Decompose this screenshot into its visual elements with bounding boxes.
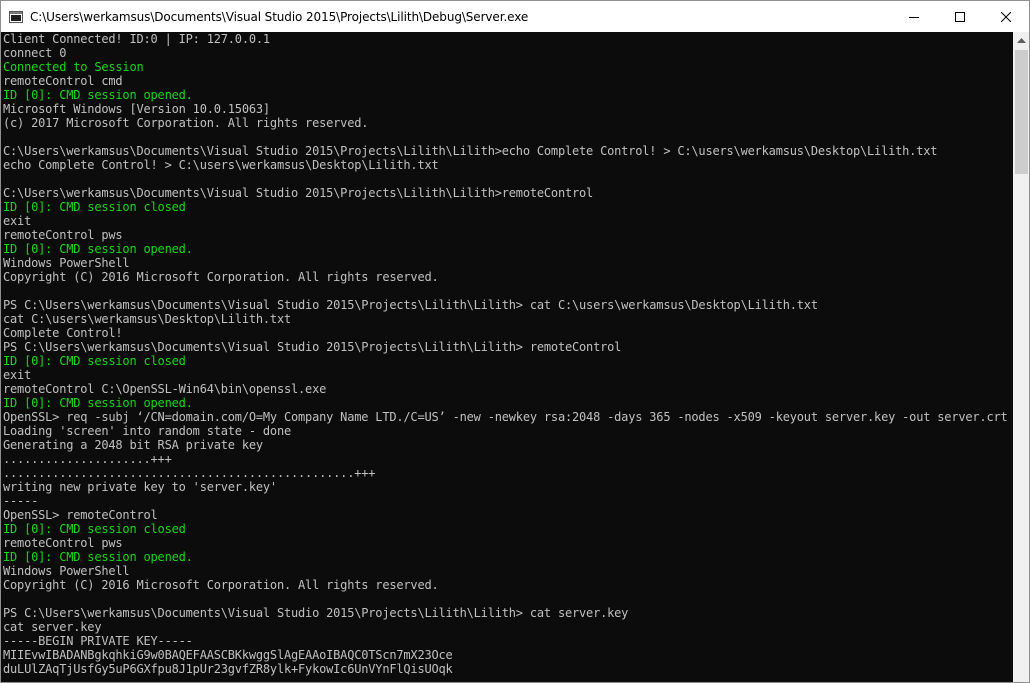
console-line: remoteControl pws: [3, 536, 123, 550]
console-line: C:\Users\werkamsus\Documents\Visual Stud…: [3, 186, 594, 200]
console-window: C:\Users\werkamsus\Documents\Visual Stud…: [0, 0, 1030, 683]
console-line: PS C:\Users\werkamsus\Documents\Visual S…: [3, 340, 622, 354]
console-line: Complete Control!: [3, 326, 123, 340]
console-output-area[interactable]: Client Connected! ID:0 | IP: 127.0.0.1 co…: [1, 32, 1013, 682]
maximize-icon: [955, 11, 965, 22]
console-line: Microsoft Windows [Version 10.0.15063]: [3, 102, 270, 116]
console-line: ID [0]: CMD session closed: [3, 354, 186, 368]
scroll-thumb[interactable]: [1015, 50, 1028, 174]
console-line: PS C:\Users\werkamsus\Documents\Visual S…: [3, 298, 818, 312]
console-line: writing new private key to 'server.key': [3, 480, 277, 494]
console-line: Windows PowerShell: [3, 256, 130, 270]
console-line: Loading 'screen' into random state - don…: [3, 424, 292, 438]
close-icon: [1001, 11, 1011, 22]
console-line: Windows PowerShell: [3, 564, 130, 578]
console-line: Copyright (C) 2016 Microsoft Corporation…: [3, 270, 439, 284]
console-line: Connected to Session: [3, 60, 144, 74]
window-title: C:\Users\werkamsus\Documents\Visual Stud…: [30, 9, 529, 24]
minimize-button[interactable]: [891, 1, 937, 32]
console-app-icon: [9, 10, 23, 23]
maximize-button[interactable]: [937, 1, 983, 32]
console-line: duLUlZAqTjUsfGy5uP6GXfpu8J1pUr23gvfZR8yl…: [3, 662, 453, 676]
console-line: (c) 2017 Microsoft Corporation. All righ…: [3, 116, 369, 130]
console-line: ID [0]: CMD session closed: [3, 522, 186, 536]
title-bar[interactable]: C:\Users\werkamsus\Documents\Visual Stud…: [1, 1, 1029, 32]
console-line: -----: [3, 494, 39, 508]
console-line: Copyright (C) 2016 Microsoft Corporation…: [3, 578, 439, 592]
console-line: exit: [3, 368, 32, 382]
console-line: remoteControl cmd: [3, 74, 123, 88]
console-line: Client Connected! ID:0 | IP: 127.0.0.1: [3, 32, 270, 46]
console-line: ID [0]: CMD session opened.: [3, 396, 193, 410]
console-line: exit: [3, 214, 32, 228]
console-line: ID [0]: CMD session opened.: [3, 242, 193, 256]
vertical-scrollbar[interactable]: [1013, 32, 1029, 682]
console-lines: Client Connected! ID:0 | IP: 127.0.0.1 co…: [3, 32, 1008, 676]
close-button[interactable]: [983, 1, 1029, 32]
console-line: PS C:\Users\werkamsus\Documents\Visual S…: [3, 606, 629, 620]
console-line: cat C:\users\werkamsus\Desktop\Lilith.tx…: [3, 312, 292, 326]
console-line: -----BEGIN PRIVATE KEY-----: [3, 634, 193, 648]
console-line: echo Complete Control! > C:\users\werkam…: [3, 158, 439, 172]
console-line: Generating a 2048 bit RSA private key: [3, 438, 263, 452]
console-line: OpenSSL> remoteControl: [3, 508, 158, 522]
console-line: remoteControl C:\OpenSSL-Win64\bin\opens…: [3, 382, 327, 396]
scroll-up-button[interactable]: [1013, 32, 1029, 49]
console-line: MIIEvwIBADANBgkqhkiG9w0BAQEFAASCBKkwggSl…: [3, 648, 453, 662]
console-line: .....................+++: [3, 452, 172, 466]
console-line: OpenSSL> req -subj ‘/CN=domain.com/O=My …: [3, 410, 1008, 424]
console-line: ........................................…: [3, 466, 376, 480]
console-line: C:\Users\werkamsus\Documents\Visual Stud…: [3, 144, 938, 158]
scroll-up-arrow-icon: [1017, 37, 1026, 43]
console-line: ID [0]: CMD session opened.: [3, 88, 193, 102]
window-controls: [891, 1, 1029, 32]
minimize-icon: [909, 16, 919, 18]
console-line: ID [0]: CMD session closed: [3, 200, 186, 214]
console-line: cat server.key: [3, 620, 102, 634]
console-line: remoteControl pws: [3, 228, 123, 242]
console-line: ID [0]: CMD session opened.: [3, 550, 193, 564]
console-line: connect 0: [3, 46, 67, 60]
